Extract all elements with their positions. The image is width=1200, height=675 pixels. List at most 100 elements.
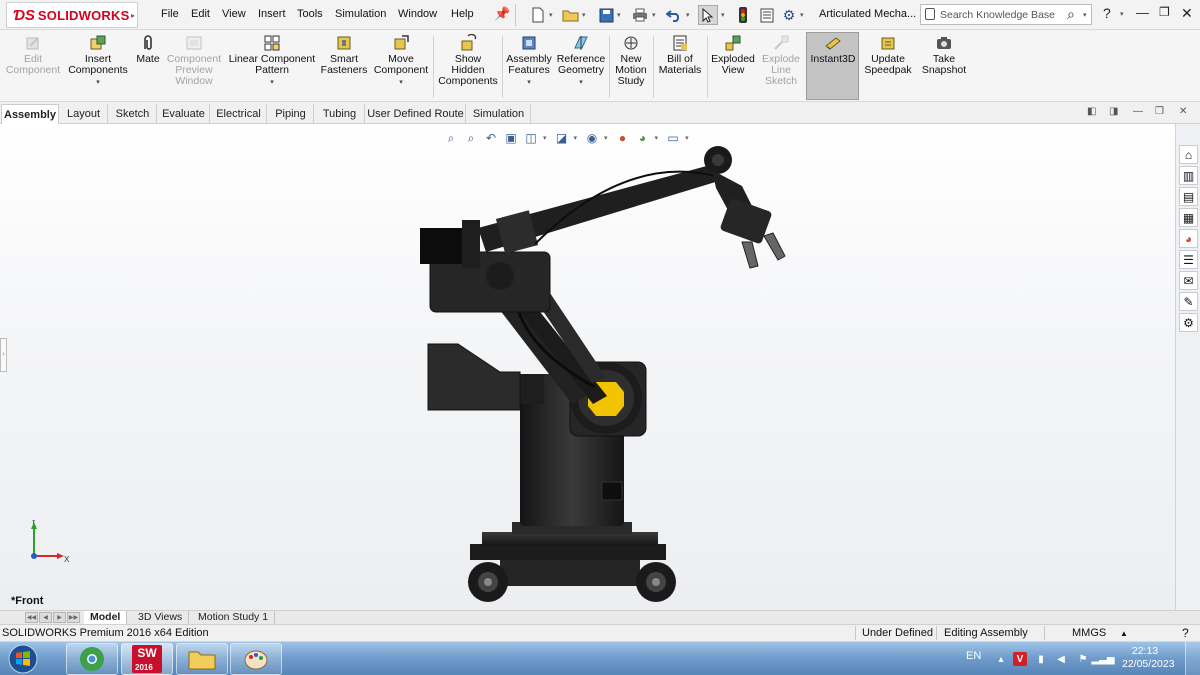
feature-tree-collapse-handle[interactable]: › (0, 338, 7, 372)
exploded-view-button[interactable]: Exploded View (710, 34, 756, 76)
file-properties-icon[interactable] (757, 5, 777, 25)
restore-icon[interactable]: ❐ (1159, 5, 1170, 19)
smart-fasteners-button[interactable]: Smart Fasteners (320, 34, 368, 76)
save-dropdown-icon[interactable]: ▾ (617, 11, 621, 19)
open-folder-icon[interactable] (561, 5, 581, 25)
view-palette-icon[interactable]: ▦ (1179, 208, 1198, 227)
robot-arm-model[interactable] (0, 124, 1175, 610)
tab-3d-views[interactable]: 3D Views (132, 611, 190, 625)
edit-component-button[interactable]: Edit Component (4, 34, 62, 76)
print-dropdown-icon[interactable]: ▾ (652, 11, 656, 19)
help-icon[interactable]: ? (1103, 5, 1111, 21)
last-tab-arrow-icon[interactable]: ▶▶ (67, 612, 80, 623)
taskbar-file-explorer-button[interactable] (176, 643, 228, 675)
tab-model[interactable]: Model (84, 611, 128, 625)
help-dropdown-icon[interactable]: ▾ (1120, 10, 1124, 18)
menu-insert[interactable]: Insert (258, 8, 286, 20)
taskbar-chrome-button[interactable] (66, 643, 118, 675)
take-snapshot-button[interactable]: Take Snapshot (918, 34, 970, 76)
custom-properties-icon[interactable]: ☰ (1179, 250, 1198, 269)
options-gear-icon[interactable]: ⚙ (779, 5, 799, 25)
menu-help[interactable]: Help (451, 8, 474, 20)
action-center-flag-icon[interactable]: ⚑ (1076, 652, 1090, 666)
volume-tray-icon[interactable]: ◀ (1054, 652, 1068, 666)
search-knowledge-base-field[interactable]: Search Knowledge Base ⌕ ▾ (920, 4, 1092, 25)
show-hidden-tray-icons-icon[interactable]: ▴ (994, 652, 1008, 666)
insert-components-button[interactable]: Insert Components ▾ (67, 34, 129, 88)
graphics-area[interactable]: ⌕ ⌕ ↶ ▣ ◫ ▾ ◪ ▾ ◉ ▾ ● ◕ ▾ ▭ ▾ Y X *Front… (0, 124, 1175, 610)
insert-components-dropdown-icon[interactable]: ▾ (67, 77, 129, 88)
search-dropdown-icon[interactable]: ▾ (1083, 11, 1087, 19)
linear-component-pattern-button[interactable]: Linear Component Pattern ▾ (228, 34, 316, 88)
appearances-scenes-icon[interactable]: ◕ (1179, 229, 1198, 248)
instant3d-button[interactable]: Instant3D (808, 34, 858, 65)
undo-dropdown-icon[interactable]: ▾ (686, 11, 690, 19)
minimize-icon[interactable]: — (1136, 5, 1149, 20)
close-icon[interactable]: ✕ (1181, 5, 1193, 22)
mate-button[interactable]: Mate (134, 34, 162, 65)
design-library-icon[interactable]: ▥ (1179, 166, 1198, 185)
unit-system-up-arrow-icon[interactable]: ▲ (1120, 629, 1128, 638)
select-cursor-icon[interactable] (698, 5, 718, 25)
tab-piping[interactable]: Piping (268, 104, 314, 124)
menu-edit[interactable]: Edit (191, 8, 210, 20)
save-icon[interactable] (596, 5, 616, 25)
solidworks-logo-button[interactable]: ƊS SOLIDWORKS ▸ (6, 2, 138, 28)
move-component-dropdown-icon[interactable]: ▾ (372, 77, 430, 88)
taskbar-solidworks-button[interactable]: SW 2016 (121, 643, 173, 675)
tab-assembly[interactable]: Assembly (1, 104, 59, 124)
new-document-icon[interactable] (528, 5, 548, 25)
reference-geometry-button[interactable]: Reference Geometry ▾ (556, 34, 606, 88)
tab-layout[interactable]: Layout (60, 104, 108, 124)
open-dropdown-icon[interactable]: ▾ (582, 11, 586, 19)
network-signal-icon[interactable]: ▂▃▅ (1091, 652, 1114, 666)
file-explorer-icon[interactable]: ▤ (1179, 187, 1198, 206)
new-motion-study-button[interactable]: New Motion Study (612, 34, 650, 87)
pane-collapse-left-icon[interactable]: ◧ (1087, 106, 1096, 117)
menu-file[interactable]: File (161, 8, 179, 20)
next-tab-arrow-icon[interactable]: ▶ (53, 612, 66, 623)
tab-simulation[interactable]: Simulation (467, 104, 531, 124)
simulation-advisor-icon[interactable]: ⚙ (1179, 313, 1198, 332)
assembly-features-button[interactable]: Assembly Features ▾ (506, 34, 552, 88)
menu-window[interactable]: Window (398, 8, 437, 20)
tab-user-defined-route[interactable]: User Defined Route (366, 104, 466, 124)
assembly-features-dropdown-icon[interactable]: ▾ (506, 77, 552, 88)
select-dropdown-icon[interactable]: ▾ (721, 11, 725, 19)
bill-of-materials-button[interactable]: Bill of Materials (656, 34, 704, 76)
explode-line-sketch-button[interactable]: Explode Line Sketch (759, 34, 803, 87)
first-tab-arrow-icon[interactable]: ◀◀ (25, 612, 38, 623)
tab-sketch[interactable]: Sketch (109, 104, 157, 124)
menu-simulation[interactable]: Simulation (335, 8, 386, 20)
undo-icon[interactable] (664, 5, 684, 25)
pin-menu-icon[interactable]: 📌 (494, 6, 510, 22)
pane-expand-right-icon[interactable]: ◨ (1109, 106, 1118, 117)
tab-evaluate[interactable]: Evaluate (158, 104, 210, 124)
input-language-indicator[interactable]: EN (966, 650, 981, 662)
tab-motion-study-1[interactable]: Motion Study 1 (192, 611, 276, 625)
menu-view[interactable]: View (222, 8, 246, 20)
viewport-close-icon[interactable]: ✕ (1179, 106, 1187, 117)
print-icon[interactable] (630, 5, 650, 25)
tab-tubing[interactable]: Tubing (315, 104, 365, 124)
show-hidden-components-button[interactable]: Show Hidden Components (437, 34, 499, 87)
solidworks-resources-home-icon[interactable]: ⌂ (1179, 145, 1198, 164)
antivirus-tray-icon[interactable]: V (1013, 652, 1027, 666)
search-icon[interactable]: ⌕ (1067, 6, 1075, 23)
toolbox-icon[interactable]: ✎ (1179, 292, 1198, 311)
viewport-restore-icon[interactable]: ❐ (1155, 106, 1164, 117)
linear-pattern-dropdown-icon[interactable]: ▾ (228, 77, 316, 88)
taskbar-paint-button[interactable] (230, 643, 282, 675)
show-desktop-button[interactable] (1185, 642, 1200, 675)
viewport-minimize-icon[interactable]: — (1133, 106, 1143, 117)
status-help-icon[interactable]: ? (1182, 626, 1189, 640)
solidworks-forum-icon[interactable]: ✉ (1179, 271, 1198, 290)
tab-electrical[interactable]: Electrical (211, 104, 267, 124)
start-button[interactable] (3, 643, 43, 675)
new-dropdown-icon[interactable]: ▾ (549, 11, 553, 19)
reference-geometry-dropdown-icon[interactable]: ▾ (556, 77, 606, 88)
rebuild-traffic-light-icon[interactable] (733, 5, 753, 25)
previous-tab-arrow-icon[interactable]: ◀ (39, 612, 52, 623)
options-dropdown-icon[interactable]: ▾ (800, 11, 804, 19)
move-component-button[interactable]: Move Component ▾ (372, 34, 430, 88)
